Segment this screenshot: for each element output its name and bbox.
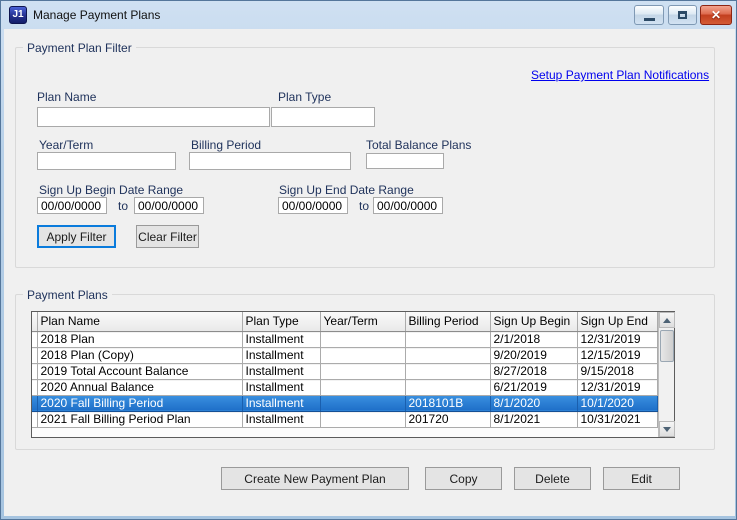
year-term-label: Year/Term [39,138,93,152]
plan-type-input[interactable] [271,107,375,127]
total-balance-plans-input[interactable] [366,153,444,169]
delete-button[interactable]: Delete [514,467,591,490]
signup-end-range-label: Sign Up End Date Range [279,183,414,197]
column-header[interactable]: Billing Period [405,312,490,331]
minimize-icon [644,18,655,21]
table-cell [405,331,490,347]
signup-begin-to-label: to [118,199,128,213]
maximize-icon [678,11,687,19]
column-header[interactable]: Plan Name [37,312,242,331]
table-cell: 12/31/2019 [577,331,657,347]
table-cell: 2/1/2018 [490,331,577,347]
table-cell: Installment [242,395,320,411]
table-cell: Installment [242,331,320,347]
table-cell: 8/1/2020 [490,395,577,411]
scroll-down-button[interactable] [659,421,675,437]
create-new-payment-plan-button[interactable]: Create New Payment Plan [221,467,409,490]
app-icon: J1 [9,6,27,24]
table-cell: Installment [242,347,320,363]
table-cell [320,395,405,411]
setup-notifications-link[interactable]: Setup Payment Plan Notifications [531,68,709,82]
minimize-button[interactable] [634,5,664,25]
scroll-up-button[interactable] [659,312,675,328]
table-cell [320,331,405,347]
table-cell [320,411,405,427]
column-header[interactable]: Plan Type [242,312,320,331]
table-cell: Installment [242,379,320,395]
vertical-scrollbar[interactable] [658,312,675,437]
total-balance-plans-label: Total Balance Plans [366,138,471,152]
billing-period-input[interactable] [189,152,351,170]
billing-period-label: Billing Period [191,138,261,152]
table-cell [405,379,490,395]
plan-name-label: Plan Name [37,90,96,104]
payment-plans-grid[interactable]: Plan NamePlan TypeYear/TermBilling Perio… [31,311,675,438]
table-row[interactable]: 2020 Annual BalanceInstallment 6/21/20191… [32,379,657,395]
table-row[interactable]: 2018 Plan (Copy)Installment 9/20/201912/1… [32,347,657,363]
scrollbar-thumb[interactable] [660,330,674,362]
table-cell: 2020 Fall Billing Period [37,395,242,411]
table-cell: 10/1/2020 [577,395,657,411]
signup-begin-from-input[interactable] [37,197,107,214]
table-cell: 2020 Annual Balance [37,379,242,395]
column-header[interactable]: Year/Term [320,312,405,331]
table-row[interactable]: 2020 Fall Billing PeriodInstallment 20181… [32,395,657,411]
table-cell: 2021 Fall Billing Period Plan [37,411,242,427]
signup-begin-range-label: Sign Up Begin Date Range [39,183,183,197]
close-button[interactable]: ✕ [700,5,732,25]
table-cell: 8/1/2021 [490,411,577,427]
signup-end-to-input[interactable] [373,197,443,214]
table-cell: 9/20/2019 [490,347,577,363]
clear-filter-button[interactable]: Clear Filter [136,225,199,248]
maximize-button[interactable] [668,5,697,25]
table-row[interactable]: 2018 PlanInstallment 2/1/201812/31/2019 [32,331,657,347]
apply-filter-button[interactable]: Apply Filter [37,225,116,248]
copy-button[interactable]: Copy [425,467,502,490]
table-cell: Installment [242,411,320,427]
column-header[interactable]: Sign Up Begin [490,312,577,331]
table-cell [320,363,405,379]
table-cell: Installment [242,363,320,379]
titlebar[interactable]: J1 Manage Payment Plans ✕ [1,1,737,29]
plans-group-title: Payment Plans [23,288,112,302]
signup-end-from-input[interactable] [278,197,348,214]
table-cell [320,379,405,395]
column-header[interactable]: Sign Up End [577,312,657,331]
table-cell: 12/15/2019 [577,347,657,363]
table-cell: 6/21/2019 [490,379,577,395]
table-cell: 8/27/2018 [490,363,577,379]
window-manage-payment-plans: J1 Manage Payment Plans ✕ Payment Plan F… [0,0,737,520]
table-cell [405,363,490,379]
edit-button[interactable]: Edit [603,467,680,490]
table-cell [320,347,405,363]
table-cell: 9/15/2018 [577,363,657,379]
table-row[interactable]: 2019 Total Account BalanceInstallment 8/2… [32,363,657,379]
signup-end-to-label: to [359,199,369,213]
table-cell: 10/31/2021 [577,411,657,427]
table-cell: 12/31/2019 [577,379,657,395]
arrow-up-icon [663,318,671,323]
filter-group-title: Payment Plan Filter [23,41,136,55]
plans-table-body: 2018 PlanInstallment2/1/201812/31/201920… [32,331,657,427]
year-term-input[interactable] [37,152,176,170]
table-cell [405,347,490,363]
plan-type-label: Plan Type [278,90,331,104]
arrow-down-icon [663,427,671,432]
table-cell: 2018 Plan (Copy) [37,347,242,363]
signup-begin-to-input[interactable] [134,197,204,214]
table-cell: 201720 [405,411,490,427]
plans-table: Plan NamePlan TypeYear/TermBilling Perio… [32,312,658,428]
table-header-row[interactable]: Plan NamePlan TypeYear/TermBilling Perio… [32,312,657,331]
table-cell: 2019 Total Account Balance [37,363,242,379]
close-icon: ✕ [711,6,721,24]
plan-name-input[interactable] [37,107,270,127]
table-row[interactable]: 2021 Fall Billing Period PlanInstallment… [32,411,657,427]
table-cell: 2018101B [405,395,490,411]
table-cell: 2018 Plan [37,331,242,347]
window-title: Manage Payment Plans [33,8,160,22]
